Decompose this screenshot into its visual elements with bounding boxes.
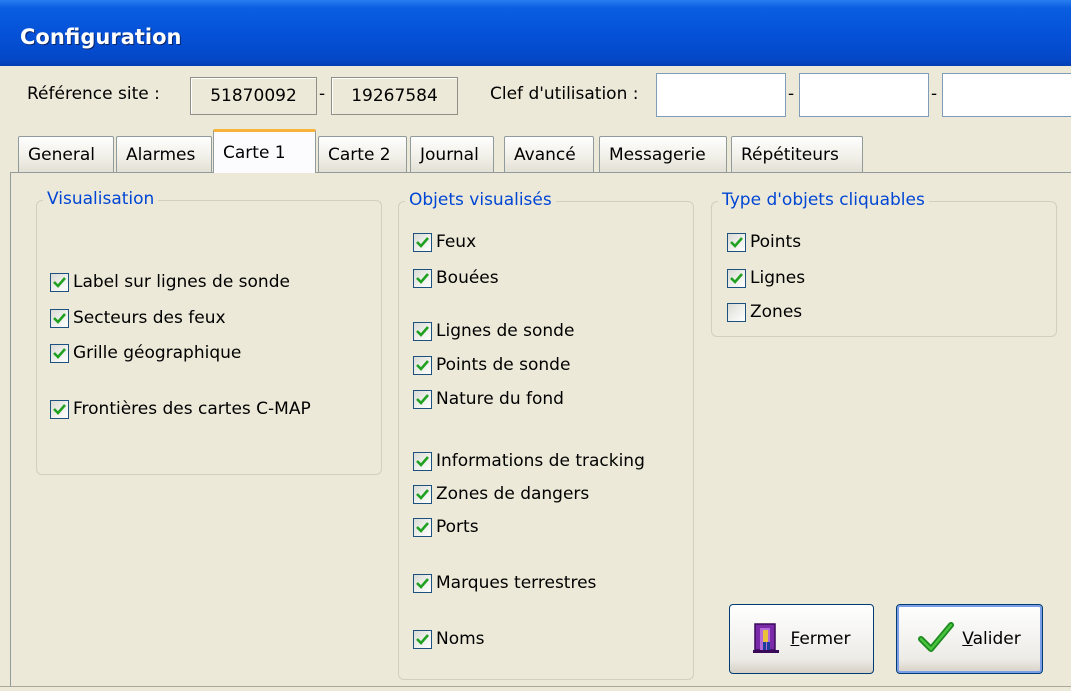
check-icon xyxy=(50,343,69,363)
tab-carte-2[interactable]: Carte 2 xyxy=(318,136,407,172)
checkbox-grille-geographique[interactable]: Grille géographique xyxy=(50,343,241,363)
tab-label: Avancé xyxy=(514,144,576,165)
tab-alarmes[interactable]: Alarmes xyxy=(116,136,212,172)
tab-label: Alarmes xyxy=(126,144,196,165)
site-reference-field-1: 51870092 xyxy=(190,77,317,115)
title-bar: Configuration xyxy=(0,0,1071,66)
check-icon xyxy=(50,399,69,419)
check-icon xyxy=(413,389,432,409)
checkbox-label: Points xyxy=(750,232,802,252)
checkbox-marques-terrestres[interactable]: Marques terrestres xyxy=(413,573,596,593)
check-icon xyxy=(413,517,432,537)
check-icon xyxy=(413,629,432,649)
checkbox-label: Noms xyxy=(436,629,485,649)
group-title-visualisation: Visualisation xyxy=(43,189,159,209)
usage-key-label: Clef d'utilisation : xyxy=(490,84,639,104)
checkbox-label: Secteurs des feux xyxy=(73,308,226,328)
validate-button-label: Valider xyxy=(962,629,1020,649)
checkbox-lignes[interactable]: Lignes xyxy=(727,268,805,288)
site-reference-value-2: 19267584 xyxy=(351,86,438,106)
checkbox-zones-de-dangers[interactable]: Zones de dangers xyxy=(413,484,589,504)
check-icon xyxy=(727,268,746,288)
checkbox-label: Bouées xyxy=(436,268,499,288)
site-reference-value-1: 51870092 xyxy=(210,86,297,106)
validate-mnemonic: V xyxy=(962,629,973,649)
checkbox-points-de-sonde[interactable]: Points de sonde xyxy=(413,355,570,375)
validate-label-rest: alider xyxy=(972,629,1021,649)
check-icon xyxy=(413,268,432,288)
check-icon xyxy=(413,232,432,252)
tab-label: Répétiteurs xyxy=(741,144,839,165)
tab-carte-1[interactable]: Carte 1 xyxy=(213,129,316,173)
close-button-label: Fermer xyxy=(790,629,850,649)
check-icon xyxy=(413,355,432,375)
group-title-cliquables: Type d'objets cliquables xyxy=(718,190,929,210)
unchecked-box-icon xyxy=(727,302,746,322)
check-icon xyxy=(413,573,432,593)
checkbox-label: Marques terrestres xyxy=(436,573,597,593)
checkbox-label: Frontières des cartes C-MAP xyxy=(73,399,311,419)
usage-key-input-3[interactable] xyxy=(942,73,1071,117)
key-separator-2: - xyxy=(931,84,938,104)
close-button[interactable]: Fermer xyxy=(729,604,874,674)
check-icon xyxy=(50,308,69,328)
checkbox-points[interactable]: Points xyxy=(727,232,801,252)
checkbox-lignes-de-sonde[interactable]: Lignes de sonde xyxy=(413,321,574,341)
tab-label: General xyxy=(28,144,95,165)
check-icon xyxy=(413,321,432,341)
checkbox-secteurs-des-feux[interactable]: Secteurs des feux xyxy=(50,308,226,328)
checkbox-label: Zones de dangers xyxy=(436,484,590,504)
tab-messagerie[interactable]: Messagerie xyxy=(599,136,727,172)
checkbox-noms[interactable]: Noms xyxy=(413,629,485,649)
usage-key-input-1[interactable] xyxy=(656,73,786,117)
window-bottom-border xyxy=(0,686,1071,691)
tab-avance[interactable]: Avancé xyxy=(504,136,594,172)
checkbox-label: Zones xyxy=(750,302,803,322)
checkbox-label: Lignes xyxy=(750,268,806,288)
checkbox-label: Label sur lignes de sonde xyxy=(73,272,290,292)
check-icon xyxy=(50,272,69,292)
usage-key-input-2[interactable] xyxy=(799,73,929,117)
key-separator-1: - xyxy=(788,84,795,104)
group-title-objets: Objets visualisés xyxy=(405,190,556,210)
tab-journal[interactable]: Journal xyxy=(410,136,494,172)
checkbox-feux[interactable]: Feux xyxy=(413,232,476,252)
checkbox-label-sur-lignes-de-sonde[interactable]: Label sur lignes de sonde xyxy=(50,272,290,292)
tab-label: Carte 1 xyxy=(223,142,286,163)
group-visualisation: Visualisation xyxy=(36,189,382,475)
site-separator: - xyxy=(319,84,326,104)
checkbox-label: Informations de tracking xyxy=(436,451,645,471)
checkbox-nature-du-fond[interactable]: Nature du fond xyxy=(413,389,564,409)
check-icon xyxy=(727,232,746,252)
window-title: Configuration xyxy=(20,25,182,49)
tab-repetiteurs[interactable]: Répétiteurs xyxy=(731,136,863,172)
check-icon xyxy=(413,484,432,504)
close-label-rest: ermer xyxy=(799,629,851,649)
checkbox-label: Points de sonde xyxy=(436,355,571,375)
checkbox-bouees[interactable]: Bouées xyxy=(413,268,499,288)
tab-label: Carte 2 xyxy=(328,144,391,165)
checkbox-label: Feux xyxy=(436,232,477,252)
checkbox-informations-de-tracking[interactable]: Informations de tracking xyxy=(413,451,645,471)
check-icon xyxy=(413,451,432,471)
checkbox-ports[interactable]: Ports xyxy=(413,517,479,537)
checkbox-label: Nature du fond xyxy=(436,389,564,409)
checkbox-zones[interactable]: Zones xyxy=(727,302,802,322)
site-reference-label: Référence site : xyxy=(27,84,160,104)
site-reference-field-2: 19267584 xyxy=(331,77,458,115)
checkbox-label: Grille géographique xyxy=(73,343,242,363)
tab-general[interactable]: General xyxy=(18,136,114,172)
close-mnemonic: F xyxy=(790,629,800,649)
tab-label: Journal xyxy=(420,144,479,165)
checkbox-label: Lignes de sonde xyxy=(436,321,575,341)
checkbox-label: Ports xyxy=(436,517,479,537)
door-exit-icon xyxy=(752,620,782,659)
checkmark-icon xyxy=(918,621,955,658)
checkbox-frontieres-cartes-cmap[interactable]: Frontières des cartes C-MAP xyxy=(50,399,311,419)
validate-button[interactable]: Valider xyxy=(896,604,1043,674)
tab-label: Messagerie xyxy=(609,144,706,165)
